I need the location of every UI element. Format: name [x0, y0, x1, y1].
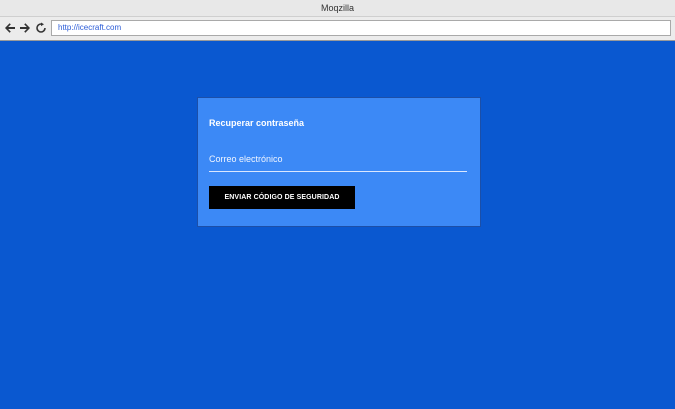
recover-password-card: Recuperar contraseña ENVIAR CÓDIGO DE SE… [197, 97, 481, 227]
forward-button[interactable] [18, 21, 31, 35]
back-button[interactable] [3, 21, 16, 35]
browser-window: Moqzilla http://icecraft.com Recuperar c… [0, 0, 675, 409]
browser-toolbar: http://icecraft.com [0, 17, 675, 41]
arrow-right-icon [19, 23, 30, 33]
reload-icon [35, 22, 46, 33]
window-title: Moqzilla [0, 0, 675, 17]
email-input[interactable] [209, 148, 467, 170]
arrow-left-icon [4, 23, 15, 33]
reload-button[interactable] [34, 21, 47, 35]
url-bar[interactable]: http://icecraft.com [51, 20, 671, 36]
card-title: Recuperar contraseña [209, 118, 305, 128]
send-security-code-button[interactable]: ENVIAR CÓDIGO DE SEGURIDAD [209, 186, 355, 209]
email-field [209, 148, 467, 172]
